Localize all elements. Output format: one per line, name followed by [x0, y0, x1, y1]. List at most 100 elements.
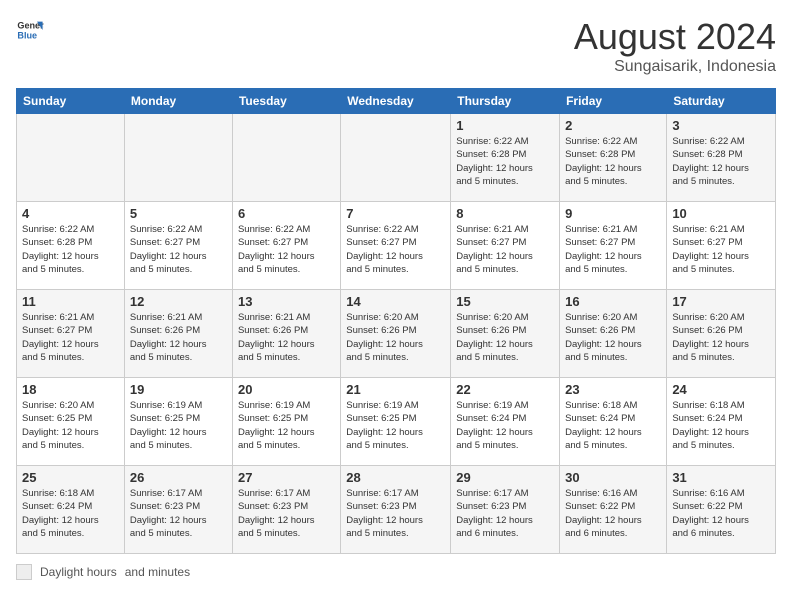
day-number: 3	[672, 118, 770, 133]
day-number: 8	[456, 206, 554, 221]
day-cell: 26 Sunrise: 6:17 AMSunset: 6:23 PMDayligh…	[124, 466, 232, 554]
day-info: Sunrise: 6:16 AMSunset: 6:22 PMDaylight:…	[565, 487, 661, 540]
day-info: Sunrise: 6:22 AMSunset: 6:28 PMDaylight:…	[456, 135, 554, 188]
day-number: 9	[565, 206, 661, 221]
title-section: August 2024 Sungaisarik, Indonesia	[574, 16, 776, 76]
day-number: 24	[672, 382, 770, 397]
day-number: 27	[238, 470, 335, 485]
day-cell	[341, 114, 451, 202]
day-number: 2	[565, 118, 661, 133]
week-row-4: 18 Sunrise: 6:20 AMSunset: 6:25 PMDayligh…	[17, 378, 776, 466]
day-info: Sunrise: 6:18 AMSunset: 6:24 PMDaylight:…	[22, 487, 119, 540]
day-cell: 11Sunrise: 6:21 AMSunset: 6:27 PMDayligh…	[17, 290, 125, 378]
day-info: Sunrise: 6:22 AMSunset: 6:28 PMDaylight:…	[565, 135, 661, 188]
logo-icon: General Blue	[16, 16, 44, 44]
day-cell: 2 Sunrise: 6:22 AMSunset: 6:28 PMDaylight…	[560, 114, 667, 202]
day-info: Sunrise: 6:19 AMSunset: 6:25 PMDaylight:…	[130, 399, 227, 452]
day-cell: 25 Sunrise: 6:18 AMSunset: 6:24 PMDayligh…	[17, 466, 125, 554]
day-cell: 29 Sunrise: 6:17 AMSunset: 6:23 PMDayligh…	[451, 466, 560, 554]
day-cell: 16 Sunrise: 6:20 AMSunset: 6:26 PMDayligh…	[560, 290, 667, 378]
day-cell: 5 Sunrise: 6:22 AMSunset: 6:27 PMDaylight…	[124, 202, 232, 290]
day-info: Sunrise: 6:22 AMSunset: 6:28 PMDaylight:…	[672, 135, 770, 188]
day-info: Sunrise: 6:21 AMSunset: 6:27 PMDaylight:…	[672, 223, 770, 276]
day-cell: 19 Sunrise: 6:19 AMSunset: 6:25 PMDayligh…	[124, 378, 232, 466]
day-cell: 24 Sunrise: 6:18 AMSunset: 6:24 PMDayligh…	[667, 378, 776, 466]
day-number: 13	[238, 294, 335, 309]
day-cell: 27 Sunrise: 6:17 AMSunset: 6:23 PMDayligh…	[232, 466, 340, 554]
day-info: Sunrise: 6:17 AMSunset: 6:23 PMDaylight:…	[238, 487, 335, 540]
day-number: 12	[130, 294, 227, 309]
day-info: Sunrise: 6:17 AMSunset: 6:23 PMDaylight:…	[130, 487, 227, 540]
day-number: 26	[130, 470, 227, 485]
day-cell: 7 Sunrise: 6:22 AMSunset: 6:27 PMDaylight…	[341, 202, 451, 290]
day-cell: 17 Sunrise: 6:20 AMSunset: 6:26 PMDayligh…	[667, 290, 776, 378]
day-cell: 14 Sunrise: 6:20 AMSunset: 6:26 PMDayligh…	[341, 290, 451, 378]
day-number: 18	[22, 382, 119, 397]
header-cell-friday: Friday	[560, 89, 667, 114]
calendar-table: SundayMondayTuesdayWednesdayThursdayFrid…	[16, 88, 776, 554]
calendar-title: August 2024	[574, 16, 776, 58]
week-row-3: 11Sunrise: 6:21 AMSunset: 6:27 PMDayligh…	[17, 290, 776, 378]
day-cell: 18 Sunrise: 6:20 AMSunset: 6:25 PMDayligh…	[17, 378, 125, 466]
day-cell: 1 Sunrise: 6:22 AMSunset: 6:28 PMDaylight…	[451, 114, 560, 202]
week-row-5: 25 Sunrise: 6:18 AMSunset: 6:24 PMDayligh…	[17, 466, 776, 554]
header-cell-sunday: Sunday	[17, 89, 125, 114]
day-info: Sunrise: 6:21 AMSunset: 6:26 PMDaylight:…	[130, 311, 227, 364]
day-info: Sunrise: 6:17 AMSunset: 6:23 PMDaylight:…	[456, 487, 554, 540]
day-number: 31	[672, 470, 770, 485]
day-number: 14	[346, 294, 445, 309]
day-number: 23	[565, 382, 661, 397]
day-number: 15	[456, 294, 554, 309]
day-number: 21	[346, 382, 445, 397]
day-info: Sunrise: 6:18 AMSunset: 6:24 PMDaylight:…	[672, 399, 770, 452]
day-info: Sunrise: 6:19 AMSunset: 6:24 PMDaylight:…	[456, 399, 554, 452]
footer-label1: Daylight hours	[40, 565, 117, 579]
header-cell-monday: Monday	[124, 89, 232, 114]
day-number: 7	[346, 206, 445, 221]
day-info: Sunrise: 6:22 AMSunset: 6:27 PMDaylight:…	[130, 223, 227, 276]
footer: Daylight hours and minutes	[16, 564, 776, 580]
day-cell: 12 Sunrise: 6:21 AMSunset: 6:26 PMDayligh…	[124, 290, 232, 378]
day-cell: 15 Sunrise: 6:20 AMSunset: 6:26 PMDayligh…	[451, 290, 560, 378]
day-number: 25	[22, 470, 119, 485]
header-row: SundayMondayTuesdayWednesdayThursdayFrid…	[17, 89, 776, 114]
day-info: Sunrise: 6:16 AMSunset: 6:22 PMDaylight:…	[672, 487, 770, 540]
day-number: 5	[130, 206, 227, 221]
day-cell: 20Sunrise: 6:19 AMSunset: 6:25 PMDayligh…	[232, 378, 340, 466]
day-info: Sunrise: 6:20 AMSunset: 6:26 PMDaylight:…	[456, 311, 554, 364]
day-info: Sunrise: 6:21 AMSunset: 6:27 PMDaylight:…	[22, 311, 119, 364]
day-number: 1	[456, 118, 554, 133]
day-info: Sunrise: 6:20 AMSunset: 6:26 PMDaylight:…	[565, 311, 661, 364]
day-info: Sunrise: 6:20 AMSunset: 6:26 PMDaylight:…	[346, 311, 445, 364]
header-cell-tuesday: Tuesday	[232, 89, 340, 114]
day-number: 29	[456, 470, 554, 485]
day-number: 19	[130, 382, 227, 397]
day-cell	[17, 114, 125, 202]
day-cell: 10Sunrise: 6:21 AMSunset: 6:27 PMDayligh…	[667, 202, 776, 290]
footer-label2: and minutes	[125, 565, 190, 579]
day-cell: 23Sunrise: 6:18 AMSunset: 6:24 PMDayligh…	[560, 378, 667, 466]
footer-box	[16, 564, 32, 580]
day-info: Sunrise: 6:21 AMSunset: 6:27 PMDaylight:…	[456, 223, 554, 276]
day-cell: 8 Sunrise: 6:21 AMSunset: 6:27 PMDaylight…	[451, 202, 560, 290]
svg-text:Blue: Blue	[17, 30, 37, 40]
day-info: Sunrise: 6:22 AMSunset: 6:27 PMDaylight:…	[346, 223, 445, 276]
day-cell: 30 Sunrise: 6:16 AMSunset: 6:22 PMDayligh…	[560, 466, 667, 554]
day-info: Sunrise: 6:20 AMSunset: 6:26 PMDaylight:…	[672, 311, 770, 364]
day-info: Sunrise: 6:17 AMSunset: 6:23 PMDaylight:…	[346, 487, 445, 540]
day-info: Sunrise: 6:22 AMSunset: 6:27 PMDaylight:…	[238, 223, 335, 276]
day-number: 28	[346, 470, 445, 485]
header-cell-saturday: Saturday	[667, 89, 776, 114]
day-info: Sunrise: 6:20 AMSunset: 6:25 PMDaylight:…	[22, 399, 119, 452]
day-cell: 3 Sunrise: 6:22 AMSunset: 6:28 PMDaylight…	[667, 114, 776, 202]
day-number: 30	[565, 470, 661, 485]
day-cell: 22Sunrise: 6:19 AMSunset: 6:24 PMDayligh…	[451, 378, 560, 466]
day-number: 4	[22, 206, 119, 221]
day-number: 16	[565, 294, 661, 309]
day-info: Sunrise: 6:19 AMSunset: 6:25 PMDaylight:…	[346, 399, 445, 452]
header: General Blue August 2024 Sungaisarik, In…	[16, 16, 776, 76]
day-cell	[124, 114, 232, 202]
day-info: Sunrise: 6:19 AMSunset: 6:25 PMDaylight:…	[238, 399, 335, 452]
day-number: 17	[672, 294, 770, 309]
day-cell: 9Sunrise: 6:21 AMSunset: 6:27 PMDaylight…	[560, 202, 667, 290]
